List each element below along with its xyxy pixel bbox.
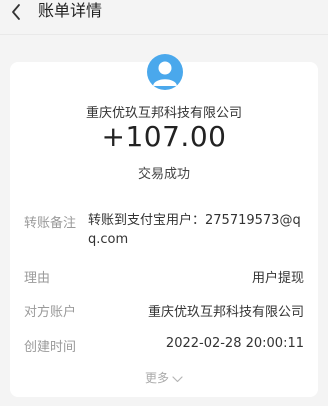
bill-card: 重庆优玖互邦科技有限公司 +107.00 交易成功 转账备注 转账到支付宝用户：…	[10, 54, 318, 397]
chevron-left-icon	[12, 4, 20, 20]
detail-value-counterparty: 重庆优玖互邦科技有限公司	[147, 305, 304, 320]
detail-label-remark: 转账备注	[24, 216, 77, 231]
detail-value-remark: 转账到支付宝用户：275719573@qq.com	[88, 213, 301, 247]
header-divider	[0, 34, 328, 35]
transaction-amount: +107.00	[101, 120, 227, 153]
transaction-status: 交易成功	[137, 167, 190, 182]
chevron-down-icon	[172, 372, 183, 386]
user-avatar-icon	[147, 54, 183, 90]
detail-label-counterparty: 对方账户	[24, 305, 77, 320]
more-button[interactable]: 更多	[10, 369, 318, 386]
detail-value-reason: 用户提现	[251, 271, 304, 286]
merchant-name: 重庆优玖互邦科技有限公司	[85, 106, 242, 121]
header-bar: 账单详情	[0, 0, 328, 35]
detail-label-reason: 理由	[24, 271, 51, 286]
detail-label-created-time: 创建时间	[24, 340, 77, 355]
page-title: 账单详情	[38, 1, 103, 20]
back-button[interactable]	[0, 0, 32, 24]
more-label: 更多	[144, 371, 169, 385]
detail-value-created-time: 2022-02-28 20:00:11	[165, 336, 304, 351]
